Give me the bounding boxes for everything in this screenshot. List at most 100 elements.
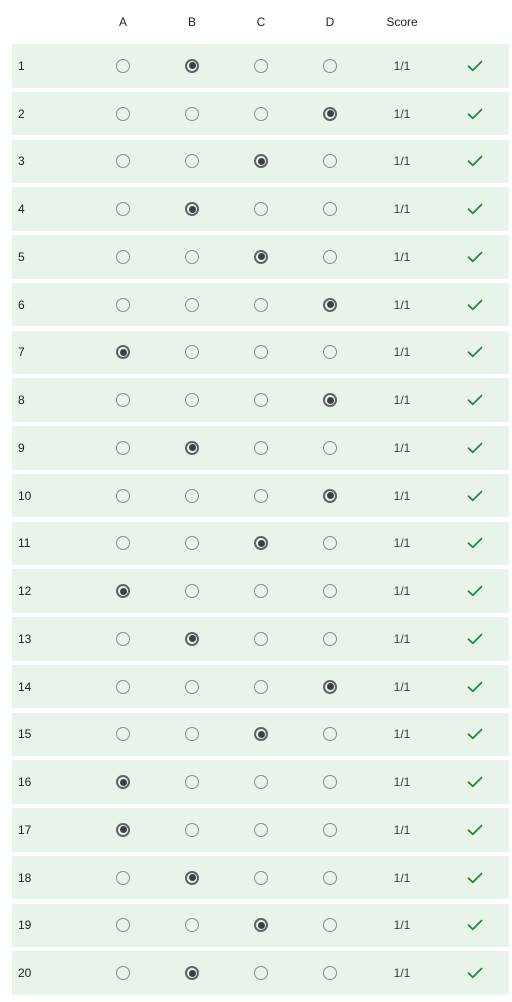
radio-option-b[interactable] — [185, 631, 199, 646]
radio-option-b[interactable] — [185, 966, 199, 980]
radio-option-c[interactable] — [254, 822, 268, 837]
question-number: 7 — [18, 345, 25, 360]
radio-option-d[interactable] — [323, 440, 337, 455]
radio-option-d[interactable] — [323, 488, 337, 503]
radio-option-d[interactable] — [323, 393, 337, 407]
radio-option-b[interactable] — [185, 584, 199, 598]
radio-option-a[interactable] — [116, 345, 130, 360]
question-number: 2 — [18, 106, 25, 121]
radio-option-b[interactable] — [185, 822, 199, 837]
radio-option-a[interactable] — [116, 966, 130, 980]
radio-option-c[interactable] — [254, 775, 268, 789]
radio-option-c[interactable] — [254, 679, 268, 694]
question-number: 16 — [18, 775, 32, 789]
score-value: 1/1 — [393, 106, 411, 121]
radio-option-c[interactable] — [254, 345, 268, 360]
radio-option-a[interactable] — [116, 202, 130, 216]
radio-option-c[interactable] — [254, 584, 268, 598]
radio-option-a[interactable] — [116, 297, 130, 312]
radio-option-b[interactable] — [185, 393, 199, 407]
radio-option-a[interactable] — [116, 584, 130, 598]
radio-option-b[interactable] — [185, 536, 199, 551]
radio-option-d[interactable] — [323, 154, 337, 169]
radio-option-c[interactable] — [254, 297, 268, 312]
radio-option-b[interactable] — [185, 249, 199, 264]
option-cell-d — [323, 569, 337, 613]
radio-option-a[interactable] — [116, 536, 130, 551]
radio-option-a[interactable] — [116, 631, 130, 646]
score-value: 1/1 — [393, 202, 411, 216]
radio-option-b[interactable] — [185, 488, 199, 503]
radio-option-a[interactable] — [116, 918, 130, 933]
radio-option-c[interactable] — [254, 727, 268, 742]
radio-option-a[interactable] — [116, 775, 130, 789]
radio-option-d[interactable] — [323, 727, 337, 742]
radio-option-d[interactable] — [323, 584, 337, 598]
option-cell-d — [323, 331, 337, 375]
radio-option-b[interactable] — [185, 918, 199, 933]
question-row: 3 1/1 — [12, 139, 509, 183]
radio-option-c[interactable] — [254, 536, 268, 551]
radio-option-d[interactable] — [323, 106, 337, 121]
option-cell-a — [116, 283, 130, 327]
question-row: 13 1/1 — [12, 617, 509, 661]
radio-option-b[interactable] — [185, 154, 199, 169]
radio-option-a[interactable] — [116, 727, 130, 742]
radio-option-a[interactable] — [116, 249, 130, 264]
radio-option-a[interactable] — [116, 393, 130, 407]
question-row: 5 1/1 — [12, 235, 509, 279]
radio-option-b[interactable] — [185, 679, 199, 694]
radio-option-b[interactable] — [185, 870, 199, 885]
option-cell-c — [254, 760, 268, 804]
option-cell-d — [323, 522, 337, 566]
question-row: 9 1/1 — [12, 426, 509, 470]
radio-option-d[interactable] — [323, 249, 337, 264]
radio-option-b[interactable] — [185, 775, 199, 789]
radio-option-a[interactable] — [116, 870, 130, 885]
radio-option-c[interactable] — [254, 202, 268, 216]
radio-option-a[interactable] — [116, 58, 130, 73]
radio-option-a[interactable] — [116, 154, 130, 169]
radio-option-b[interactable] — [185, 345, 199, 360]
radio-option-b[interactable] — [185, 106, 199, 121]
question-row: 20 1/1 — [12, 951, 509, 995]
radio-option-a[interactable] — [116, 679, 130, 694]
radio-option-c[interactable] — [254, 154, 268, 169]
option-cell-d — [323, 713, 337, 757]
radio-option-b[interactable] — [185, 440, 199, 455]
score-value: 1/1 — [393, 297, 411, 312]
radio-option-a[interactable] — [116, 106, 130, 121]
radio-option-d[interactable] — [323, 631, 337, 646]
radio-option-c[interactable] — [254, 106, 268, 121]
option-cell-d — [323, 92, 337, 136]
radio-option-b[interactable] — [185, 202, 199, 216]
radio-option-d[interactable] — [323, 870, 337, 885]
radio-option-d[interactable] — [323, 775, 337, 789]
option-cell-a — [116, 713, 130, 757]
radio-option-d[interactable] — [323, 345, 337, 360]
radio-option-d[interactable] — [323, 966, 337, 980]
radio-option-b[interactable] — [185, 297, 199, 312]
radio-option-c[interactable] — [254, 393, 268, 407]
radio-option-c[interactable] — [254, 440, 268, 455]
radio-option-c[interactable] — [254, 488, 268, 503]
radio-option-c[interactable] — [254, 249, 268, 264]
radio-option-b[interactable] — [185, 727, 199, 742]
radio-option-d[interactable] — [323, 536, 337, 551]
radio-option-a[interactable] — [116, 440, 130, 455]
radio-option-d[interactable] — [323, 297, 337, 312]
radio-option-c[interactable] — [254, 966, 268, 980]
radio-option-c[interactable] — [254, 631, 268, 646]
radio-option-a[interactable] — [116, 822, 130, 837]
radio-option-d[interactable] — [323, 202, 337, 216]
radio-option-d[interactable] — [323, 822, 337, 837]
radio-option-d[interactable] — [323, 58, 337, 73]
radio-option-a[interactable] — [116, 488, 130, 503]
radio-option-d[interactable] — [323, 679, 337, 694]
radio-option-d[interactable] — [323, 918, 337, 933]
radio-option-b[interactable] — [185, 58, 199, 73]
option-cell-d — [323, 808, 337, 852]
radio-option-c[interactable] — [254, 918, 268, 933]
radio-option-c[interactable] — [254, 58, 268, 73]
radio-option-c[interactable] — [254, 870, 268, 885]
